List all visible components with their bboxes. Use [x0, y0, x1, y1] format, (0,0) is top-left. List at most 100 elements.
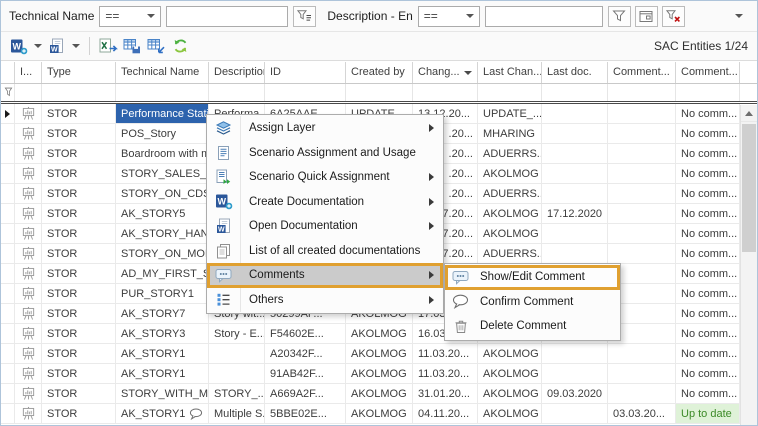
column-header-6[interactable]: Chang...	[413, 62, 478, 83]
cell-description[interactable]	[209, 364, 265, 383]
cell-id[interactable]: A669A2F...	[265, 384, 346, 403]
cell-type[interactable]: STOR	[42, 204, 116, 223]
cell-type[interactable]: STOR	[42, 144, 116, 163]
cell-technical-name[interactable]: AK_STORY5	[116, 204, 209, 223]
cell-comment-status[interactable]: No comm...	[676, 144, 740, 163]
filter-cell[interactable]	[478, 84, 542, 101]
row-selector[interactable]	[1, 264, 15, 283]
cell-comment-status[interactable]: No comm...	[676, 104, 740, 123]
cell-last-doc[interactable]: 09.03.2020	[542, 384, 608, 403]
filter-cell[interactable]	[265, 84, 346, 101]
filter-cell[interactable]	[346, 84, 413, 101]
cell-technical-name[interactable]: POS_Story	[116, 124, 209, 143]
vertical-scrollbar[interactable]	[740, 105, 757, 425]
cell-type[interactable]: STOR	[42, 104, 116, 123]
cell-comment-status[interactable]: No comm...	[676, 244, 740, 263]
menu-item-list-of-all-created-documentations[interactable]: List of all created documentations	[207, 239, 443, 264]
cell-description[interactable]: Story - E...	[209, 324, 265, 343]
menu-item-assign-layer[interactable]: Assign Layer	[207, 116, 443, 141]
filter-cell[interactable]	[116, 84, 209, 101]
cell-last-changed-by[interactable]: ADUERRS...	[478, 244, 542, 263]
row-selector[interactable]	[1, 284, 15, 303]
column-header-8[interactable]: Last doc.	[542, 62, 608, 83]
cell-comment-date[interactable]	[608, 184, 676, 203]
filter-cell[interactable]	[542, 84, 608, 101]
cell-comment-date[interactable]	[608, 144, 676, 163]
cell-description[interactable]: STORY_...	[209, 384, 265, 403]
cell-last-changed-by[interactable]: ADUERRS...	[478, 184, 542, 203]
row-selector[interactable]	[1, 304, 15, 323]
cell-comment-status[interactable]: No comm...	[676, 384, 740, 403]
cell-technical-name[interactable]: AK_STORY1	[116, 364, 209, 383]
cell-last-doc[interactable]	[542, 344, 608, 363]
filter-cell[interactable]	[209, 84, 265, 101]
filter-cell[interactable]	[413, 84, 478, 101]
cell-changed[interactable]: 11.03.20...	[413, 364, 478, 383]
menu-item-scenario-quick-assignment[interactable]: Scenario Quick Assignment	[207, 165, 443, 190]
menu-item-create-documentation[interactable]: W Create Documentation	[207, 190, 443, 215]
cell-comment-status[interactable]: No comm...	[676, 304, 740, 323]
table-row[interactable]: STOR AK_STORY1 91AB42F... AKOLMOG 11.03.…	[1, 364, 757, 384]
column-header-0[interactable]: I...	[15, 62, 42, 83]
cell-last-doc[interactable]	[542, 224, 608, 243]
technical-name-filter-input[interactable]	[166, 6, 288, 27]
row-selector[interactable]	[1, 244, 15, 263]
cell-comment-status[interactable]: No comm...	[676, 284, 740, 303]
cell-comment-status[interactable]: No comm...	[676, 184, 740, 203]
cell-type[interactable]: STOR	[42, 344, 116, 363]
row-selector[interactable]	[1, 344, 15, 363]
filter-cell[interactable]	[15, 84, 42, 101]
filter-cell[interactable]	[42, 84, 116, 101]
create-documentation-button[interactable]: W	[7, 34, 31, 58]
cell-technical-name[interactable]: AK_STORY1	[116, 404, 209, 423]
cell-comment-status[interactable]: No comm...	[676, 364, 740, 383]
cell-comment-status[interactable]: No comm...	[676, 324, 740, 343]
cell-last-doc[interactable]	[542, 244, 608, 263]
cell-changed[interactable]: 11.03.20...	[413, 344, 478, 363]
cell-comment-status[interactable]: Up to date	[676, 404, 740, 423]
cell-last-changed-by[interactable]: UPDATE_...	[478, 104, 542, 123]
cell-last-changed-by[interactable]: AKOLMOG	[478, 164, 542, 183]
save-grid-button[interactable]	[120, 34, 144, 58]
cell-comment-status[interactable]: No comm...	[676, 264, 740, 283]
cell-technical-name[interactable]: Boardroom with m...	[116, 144, 209, 163]
cell-created-by[interactable]: AKOLMOG	[346, 324, 413, 343]
row-selector[interactable]	[1, 144, 15, 163]
column-header-10[interactable]: Comment...	[676, 62, 740, 83]
filter-layout-button[interactable]	[635, 6, 658, 27]
refresh-button[interactable]	[168, 34, 192, 58]
cell-id[interactable]: 91AB42F...	[265, 364, 346, 383]
column-header-9[interactable]: Comment...	[608, 62, 676, 83]
cell-last-doc[interactable]	[542, 144, 608, 163]
row-selector[interactable]	[1, 404, 15, 423]
cell-type[interactable]: STOR	[42, 164, 116, 183]
table-row[interactable]: STOR AK_STORY1 Multiple S... 5BBE02E... …	[1, 404, 757, 424]
cell-last-doc[interactable]	[542, 364, 608, 383]
cell-type[interactable]: STOR	[42, 304, 116, 323]
submenu-item-show-edit-comment[interactable]: Show/Edit Comment	[445, 265, 620, 290]
cell-id[interactable]: 5BBE02E...	[265, 404, 346, 423]
cell-technical-name[interactable]: STORY_SALES_R...	[116, 164, 209, 183]
cell-last-changed-by[interactable]: AKOLMOG	[478, 344, 542, 363]
cell-comment-status[interactable]: No comm...	[676, 344, 740, 363]
cell-last-changed-by[interactable]: AKOLMOG	[478, 364, 542, 383]
cell-created-by[interactable]: AKOLMOG	[346, 384, 413, 403]
cell-last-doc[interactable]	[542, 104, 608, 123]
cell-type[interactable]: STOR	[42, 364, 116, 383]
cell-comment-date[interactable]	[608, 124, 676, 143]
column-header-7[interactable]: Last Chan...	[478, 62, 542, 83]
filterbar-options-button[interactable]	[729, 14, 749, 18]
cell-comment-date[interactable]	[608, 204, 676, 223]
cell-type[interactable]: STOR	[42, 384, 116, 403]
export-excel-button[interactable]	[96, 34, 120, 58]
cell-technical-name[interactable]: STORY_ON_MOD...	[116, 244, 209, 263]
row-selector[interactable]	[1, 164, 15, 183]
cell-technical-name[interactable]: PUR_STORY1	[116, 284, 209, 303]
submenu-item-confirm-comment[interactable]: Confirm Comment	[445, 290, 620, 315]
menu-item-others[interactable]: Others	[207, 288, 443, 313]
column-header-4[interactable]: ID	[265, 62, 346, 83]
cell-technical-name[interactable]: AK_STORY1	[116, 344, 209, 363]
menu-item-comments[interactable]: Comments	[207, 263, 443, 288]
row-selector[interactable]	[1, 104, 15, 123]
cell-last-changed-by[interactable]: ADUERRS...	[478, 144, 542, 163]
